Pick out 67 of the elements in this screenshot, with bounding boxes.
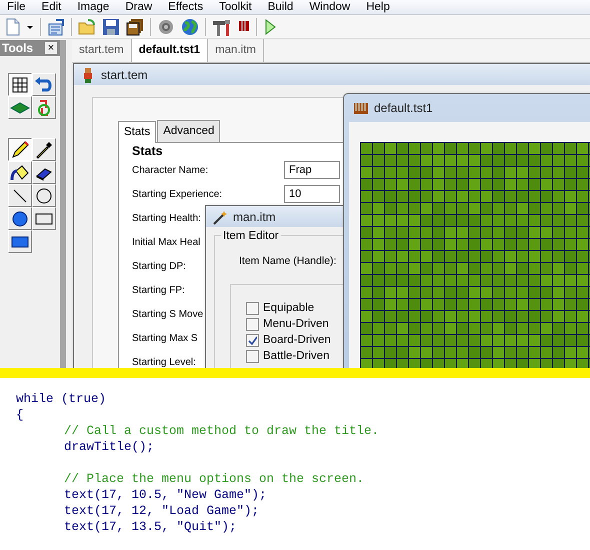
field-label: Starting Health: [132, 213, 201, 224]
checkbox[interactable] [246, 318, 259, 332]
group-title: Stats [132, 145, 164, 158]
field-label: Character Name: [132, 165, 208, 176]
field-label: Initial Max Heal [132, 237, 200, 248]
field-label: Item Name (Handle): [239, 254, 336, 269]
menu-item[interactable]: Effects [161, 0, 212, 14]
menu-item[interactable]: Window [302, 0, 360, 14]
save-all-icon[interactable] [126, 18, 144, 36]
checkbox[interactable] [246, 350, 259, 364]
dropper-icon [34, 140, 54, 160]
checkbox-label: Equipable [263, 301, 314, 316]
code-comment: // Place the menu options on the screen. [64, 471, 364, 487]
tools-icon[interactable] [212, 18, 232, 36]
project-icon[interactable] [47, 18, 65, 36]
document-tab[interactable]: man.itm [208, 38, 264, 62]
code-comment: // Call a custom method to draw the title. [64, 423, 380, 439]
pencil-icon [10, 140, 30, 160]
code-line: drawTitle(); [64, 439, 154, 455]
menu-item[interactable]: Toolkit [212, 0, 261, 14]
check-icon [248, 336, 257, 346]
undo-icon [34, 74, 54, 94]
tab[interactable]: Stats [118, 121, 156, 144]
circle-icon [34, 186, 54, 206]
field-label: Starting FP: [132, 285, 185, 296]
save-icon[interactable] [102, 18, 120, 36]
field-label: Starting S Move [132, 309, 204, 320]
fill-icon [10, 162, 30, 182]
code-line: text(17, 10.5, "New Game"); [64, 487, 267, 503]
window-title: start.tem [101, 66, 148, 84]
menu-item[interactable]: Help [359, 0, 399, 14]
menu-item[interactable]: Build [260, 0, 302, 14]
field-label: Starting Experience: [132, 189, 222, 200]
code-line: { [16, 407, 24, 423]
code-line: text(17, 13.5, "Quit"); [64, 519, 237, 535]
globe-icon[interactable] [181, 18, 199, 36]
close-button[interactable]: × [44, 41, 58, 55]
code-line: text(17, 12, "Load Game"); [64, 503, 260, 519]
window-title: man.itm [233, 208, 276, 226]
checkbox[interactable] [246, 334, 259, 348]
filled-circle-icon [10, 208, 30, 228]
menu-item[interactable]: Draw [118, 0, 162, 14]
checkbox-label: Board-Driven [263, 333, 331, 348]
document-tab[interactable]: default.tst1 [132, 38, 208, 62]
checkbox-label: Battle-Driven [263, 349, 330, 364]
checkbox-label: Menu-Driven [263, 317, 329, 332]
wand-icon [212, 208, 228, 224]
tab[interactable]: Advanced [157, 120, 220, 142]
field-label: Starting Max S [132, 333, 198, 344]
window-title: default.tst1 [374, 100, 433, 117]
code-line: while (true) [16, 391, 106, 407]
text-field[interactable]: Frap [284, 161, 340, 180]
checkbox[interactable] [246, 302, 259, 316]
grid-icon [10, 74, 30, 94]
text-field[interactable]: 10 [284, 185, 340, 204]
run-icon[interactable] [263, 18, 277, 36]
menu-item[interactable]: Edit [34, 0, 70, 14]
tile-grid[interactable] [360, 142, 590, 368]
wooden-fence-icon [353, 100, 369, 116]
tool-button[interactable] [8, 73, 32, 96]
menu-item[interactable]: Image [70, 0, 118, 14]
menu-item[interactable]: File [0, 0, 35, 14]
field-label: Starting DP: [132, 261, 186, 272]
tool-button[interactable] [8, 138, 32, 161]
new-file-icon[interactable] [4, 18, 20, 36]
open-folder-icon[interactable] [78, 18, 96, 36]
field-label: Starting Level: [132, 357, 196, 368]
